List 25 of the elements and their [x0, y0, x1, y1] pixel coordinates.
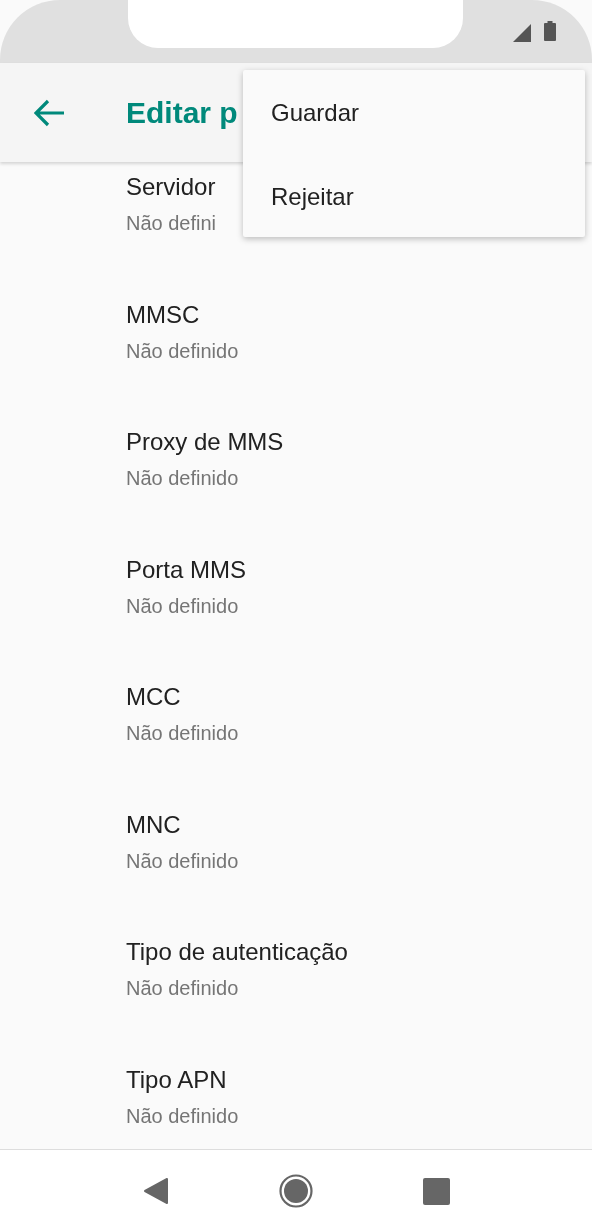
recents-icon[interactable] — [422, 1177, 450, 1205]
setting-summary: Não definido — [126, 721, 239, 746]
setting-summary: Não defini — [126, 211, 217, 236]
setting-title[interactable]: Tipo APN — [126, 1064, 227, 1095]
setting-title[interactable]: Tipo de autenticação — [126, 937, 348, 967]
setting-title[interactable]: Porta MMS — [126, 554, 247, 585]
setting-summary: Não definido — [126, 466, 239, 491]
setting-title[interactable]: Proxy de MMS — [126, 427, 284, 457]
back-arrow-icon[interactable] — [34, 98, 66, 127]
setting-summary: Não definido — [126, 1103, 239, 1129]
home-icon[interactable] — [278, 1174, 313, 1208]
setting-summary: Não definido — [126, 848, 239, 874]
menu-item[interactable]: Rejeitar — [271, 154, 385, 238]
setting-title[interactable]: Servidor — [126, 172, 216, 202]
setting-summary: Não definido — [126, 338, 239, 364]
battery-icon — [544, 21, 556, 41]
back-icon[interactable] — [142, 1177, 169, 1205]
screen-title: Editar p — [126, 95, 238, 130]
setting-title[interactable]: MNC — [126, 809, 181, 840]
menu-item[interactable]: Guardar — [271, 70, 385, 154]
setting-summary: Não definido — [126, 593, 239, 619]
setting-title[interactable]: MCC — [126, 682, 181, 712]
setting-title[interactable]: MMSC — [126, 299, 200, 330]
setting-summary: Não definido — [126, 976, 239, 1001]
signal-icon — [513, 24, 531, 42]
